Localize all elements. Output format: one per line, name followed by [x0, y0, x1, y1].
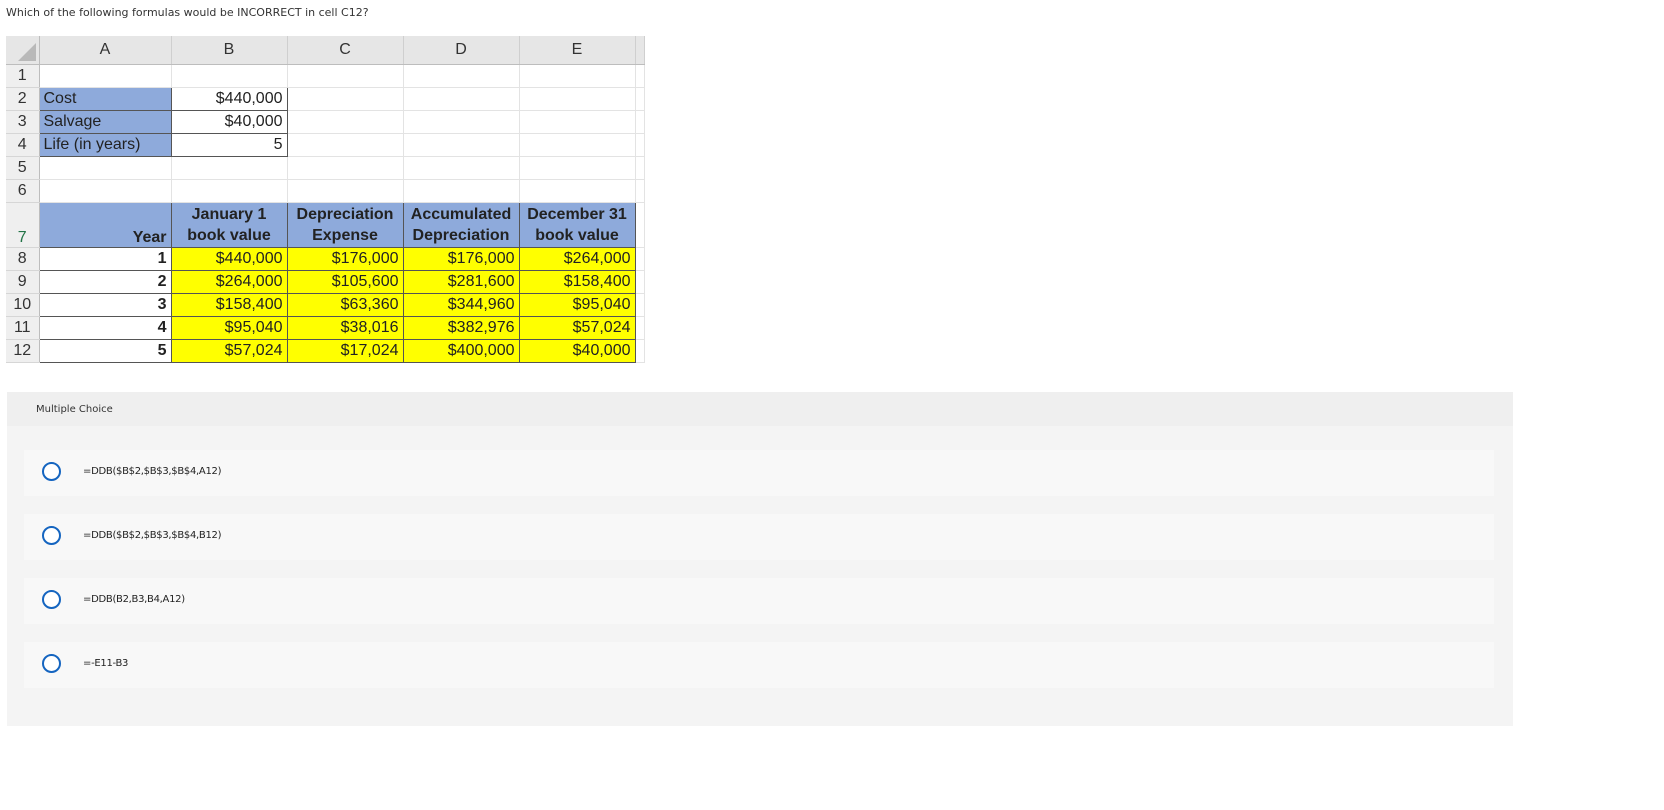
- select-all-corner[interactable]: [6, 36, 40, 65]
- radio-button-icon[interactable]: [42, 526, 61, 545]
- jan1-cell[interactable]: $264,000: [170, 270, 288, 294]
- radio-button-icon[interactable]: [42, 462, 61, 481]
- life-label[interactable]: Life (in years): [38, 133, 172, 157]
- cell[interactable]: [403, 133, 520, 157]
- accum-cell[interactable]: $382,976: [402, 316, 520, 340]
- cell[interactable]: [287, 87, 404, 111]
- cell[interactable]: [403, 179, 520, 203]
- column-header-c[interactable]: C: [287, 36, 404, 65]
- dec31-cell[interactable]: $95,040: [518, 293, 636, 317]
- cell[interactable]: [403, 156, 520, 180]
- row-header[interactable]: 4: [6, 133, 40, 157]
- accumulated-depreciation-header[interactable]: Accumulated Depreciation: [402, 202, 520, 248]
- jan1-book-value-header[interactable]: January 1 book value: [170, 202, 288, 248]
- row-header[interactable]: 2: [6, 87, 40, 111]
- row-header[interactable]: 7: [6, 202, 40, 248]
- accum-cell[interactable]: $344,960: [402, 293, 520, 317]
- cell[interactable]: [287, 179, 404, 203]
- column-header-d[interactable]: D: [403, 36, 520, 65]
- year-header[interactable]: Year: [38, 202, 172, 248]
- year-cell[interactable]: 3: [38, 293, 172, 317]
- cell[interactable]: [171, 64, 288, 88]
- cell[interactable]: [39, 64, 172, 88]
- choice-option-1[interactable]: =DDB($B$2,$B$3,$B$4,A12): [24, 450, 1494, 496]
- cell[interactable]: [39, 156, 172, 180]
- multiple-choice-panel: Multiple Choice =DDB($B$2,$B$3,$B$4,A12)…: [7, 392, 1513, 726]
- cell[interactable]: [287, 156, 404, 180]
- multiple-choice-header: [7, 392, 1513, 426]
- row-header[interactable]: 1: [6, 64, 40, 88]
- choice-option-2[interactable]: =DDB($B$2,$B$3,$B$4,B12): [24, 514, 1494, 560]
- multiple-choice-title: Multiple Choice: [36, 404, 113, 415]
- question-text: Which of the following formulas would be…: [6, 6, 369, 19]
- year-cell[interactable]: 1: [38, 247, 172, 271]
- cell[interactable]: [403, 110, 520, 134]
- choice-label: =DDB($B$2,$B$3,$B$4,B12): [83, 530, 222, 541]
- choice-option-3[interactable]: =DDB(B2,B3,B4,A12): [24, 578, 1494, 624]
- choice-option-4[interactable]: =-E11-B3: [24, 642, 1494, 688]
- jan1-cell[interactable]: $95,040: [170, 316, 288, 340]
- column-header-a[interactable]: A: [39, 36, 172, 65]
- cell[interactable]: [519, 179, 636, 203]
- choice-label: =-E11-B3: [83, 658, 129, 669]
- jan1-cell[interactable]: $440,000: [170, 247, 288, 271]
- dec31-cell[interactable]: $57,024: [518, 316, 636, 340]
- year-cell[interactable]: 4: [38, 316, 172, 340]
- cell[interactable]: [287, 133, 404, 157]
- accum-cell[interactable]: $281,600: [402, 270, 520, 294]
- cell[interactable]: [39, 179, 172, 203]
- cell[interactable]: [287, 110, 404, 134]
- row-header[interactable]: 9: [6, 270, 40, 294]
- row-header[interactable]: 11: [6, 316, 40, 340]
- cell[interactable]: [519, 110, 636, 134]
- dep-cell[interactable]: $17,024: [286, 339, 404, 363]
- dep-cell[interactable]: $63,360: [286, 293, 404, 317]
- cell[interactable]: [519, 87, 636, 111]
- jan1-cell[interactable]: $158,400: [170, 293, 288, 317]
- salvage-label[interactable]: Salvage: [38, 110, 172, 134]
- cost-label[interactable]: Cost: [38, 87, 172, 111]
- radio-button-icon[interactable]: [42, 590, 61, 609]
- row-header[interactable]: 8: [6, 247, 40, 271]
- spreadsheet: A B C D E 1 2 Cost $440,000 3 Salvage $4…: [6, 36, 645, 363]
- row-header[interactable]: 6: [6, 179, 40, 203]
- column-header-b[interactable]: B: [171, 36, 288, 65]
- dep-cell[interactable]: $176,000: [286, 247, 404, 271]
- cell[interactable]: [519, 64, 636, 88]
- cell[interactable]: [287, 64, 404, 88]
- column-header-f: [635, 36, 645, 65]
- row-header[interactable]: 12: [6, 339, 40, 363]
- cell[interactable]: [519, 133, 636, 157]
- dec31-cell[interactable]: $264,000: [518, 247, 636, 271]
- choice-label: =DDB($B$2,$B$3,$B$4,A12): [83, 466, 222, 477]
- dec31-cell[interactable]: $158,400: [518, 270, 636, 294]
- cell[interactable]: [519, 156, 636, 180]
- life-value[interactable]: 5: [170, 133, 288, 157]
- salvage-value[interactable]: $40,000: [170, 110, 288, 134]
- cost-value[interactable]: $440,000: [170, 87, 288, 111]
- year-cell[interactable]: 2: [38, 270, 172, 294]
- jan1-cell[interactable]: $57,024: [170, 339, 288, 363]
- choice-label: =DDB(B2,B3,B4,A12): [83, 594, 185, 605]
- cell[interactable]: [171, 156, 288, 180]
- dep-cell[interactable]: $38,016: [286, 316, 404, 340]
- dec31-cell[interactable]: $40,000: [518, 339, 636, 363]
- column-header-e[interactable]: E: [519, 36, 636, 65]
- depreciation-expense-header[interactable]: Depreciation Expense: [286, 202, 404, 248]
- dec31-book-value-header[interactable]: December 31 book value: [518, 202, 636, 248]
- cell[interactable]: [171, 179, 288, 203]
- radio-button-icon[interactable]: [42, 654, 61, 673]
- row-header[interactable]: 10: [6, 293, 40, 317]
- accum-cell[interactable]: $400,000: [402, 339, 520, 363]
- cell[interactable]: [403, 87, 520, 111]
- accum-cell[interactable]: $176,000: [402, 247, 520, 271]
- row-header[interactable]: 5: [6, 156, 40, 180]
- cell[interactable]: [403, 64, 520, 88]
- year-cell[interactable]: 5: [38, 339, 172, 363]
- dep-cell[interactable]: $105,600: [286, 270, 404, 294]
- row-header[interactable]: 3: [6, 110, 40, 134]
